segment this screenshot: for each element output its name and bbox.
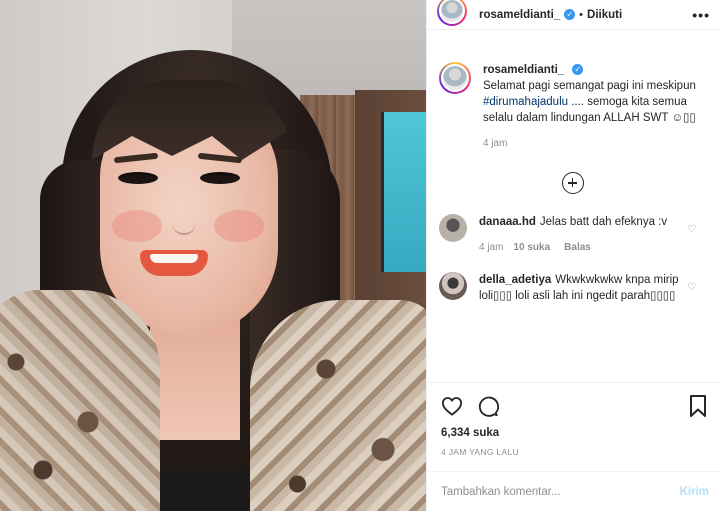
more-options-icon[interactable]: ••• (692, 7, 710, 23)
caption-author-avatar-image (441, 64, 469, 92)
likes-count[interactable]: 6,334 suka (441, 427, 707, 439)
caption-body: rosameldianti_ ✓ Selamat pagi semangat pa… (483, 62, 707, 152)
caption-hashtag[interactable]: #dirumahajadulu (483, 96, 568, 108)
caption-author-avatar[interactable] (439, 62, 471, 94)
comment-time[interactable]: 4 jam (479, 240, 503, 256)
post-photo[interactable] (0, 0, 426, 511)
caption-meta: 4 jam (483, 136, 707, 152)
verified-badge-icon: ✓ (564, 9, 576, 20)
author-avatar-image (439, 0, 465, 24)
commenter-username[interactable]: danaaa.hd (479, 216, 536, 228)
add-comment-bar: Tambahkan komentar... Kirim (427, 471, 720, 511)
post-actions: 6,334 suka 4 JAM YANG LALU (427, 382, 720, 457)
photo-teeth (150, 254, 198, 263)
commenter-avatar[interactable] (439, 214, 467, 242)
heart-icon[interactable] (441, 396, 463, 416)
photo-neck (150, 320, 240, 440)
following-button[interactable]: Diikuti (587, 9, 622, 21)
photo-eye-left (118, 172, 158, 184)
verified-badge-icon: ✓ (572, 64, 584, 76)
author-username[interactable]: rosameldianti_ (479, 9, 560, 21)
post-side-panel: rosameldianti_ ✓ • Diikuti ••• rosameldi… (426, 0, 720, 511)
send-comment-button[interactable]: Kirim (680, 486, 709, 498)
author-avatar[interactable] (437, 0, 467, 26)
caption-text-start: Selamat pagi semangat pagi ini meskipun (483, 80, 696, 92)
photo-jacket-left (0, 290, 160, 511)
comment-bubble-icon[interactable] (477, 395, 499, 417)
comment-body: della_adetiya Wkwkwkwkw knpa mirip loli▯▯… (479, 272, 707, 304)
load-more-comments (439, 172, 707, 194)
commenter-username[interactable]: della_adetiya (479, 274, 551, 286)
instagram-post: rosameldianti_ ✓ • Diikuti ••• rosameldi… (0, 0, 720, 511)
photo-cheek-left (112, 210, 162, 242)
photo-tv-screen (381, 112, 426, 272)
comment-meta: 4 jam 10 suka Balas (479, 240, 707, 256)
commenter-avatar[interactable] (439, 272, 467, 300)
comment-row: danaaa.hd Jelas batt dah efeknya :v 4 jam… (439, 214, 707, 256)
comment-body: danaaa.hd Jelas batt dah efeknya :v 4 jam… (479, 214, 707, 256)
heart-icon[interactable]: ♡ (687, 282, 697, 293)
caption-row: rosameldianti_ ✓ Selamat pagi semangat pa… (439, 62, 707, 152)
caption-username[interactable]: rosameldianti_ (483, 64, 564, 76)
photo-cheek-right (214, 210, 264, 242)
comments-list[interactable]: rosameldianti_ ✓ Selamat pagi semangat pa… (427, 50, 720, 382)
comment-likes[interactable]: 10 suka (513, 240, 550, 256)
reply-button[interactable]: Balas (564, 240, 591, 256)
heart-icon[interactable]: ♡ (687, 224, 697, 235)
comment-text: Jelas batt dah efeknya :v (539, 216, 668, 228)
photo-nose (172, 205, 196, 235)
action-icons (441, 393, 707, 419)
post-header: rosameldianti_ ✓ • Diikuti ••• (427, 0, 720, 30)
post-timestamp[interactable]: 4 JAM YANG LALU (441, 447, 707, 457)
header-separator: • (579, 8, 584, 21)
add-comment-input[interactable]: Tambahkan komentar... (441, 486, 680, 498)
bookmark-icon[interactable] (689, 395, 707, 417)
comment-row: della_adetiya Wkwkwkwkw knpa mirip loli▯▯… (439, 272, 707, 304)
plus-circle-icon[interactable] (562, 172, 584, 194)
photo-jacket-right (250, 300, 426, 511)
caption-time[interactable]: 4 jam (483, 136, 507, 152)
photo-eye-right (200, 172, 240, 184)
